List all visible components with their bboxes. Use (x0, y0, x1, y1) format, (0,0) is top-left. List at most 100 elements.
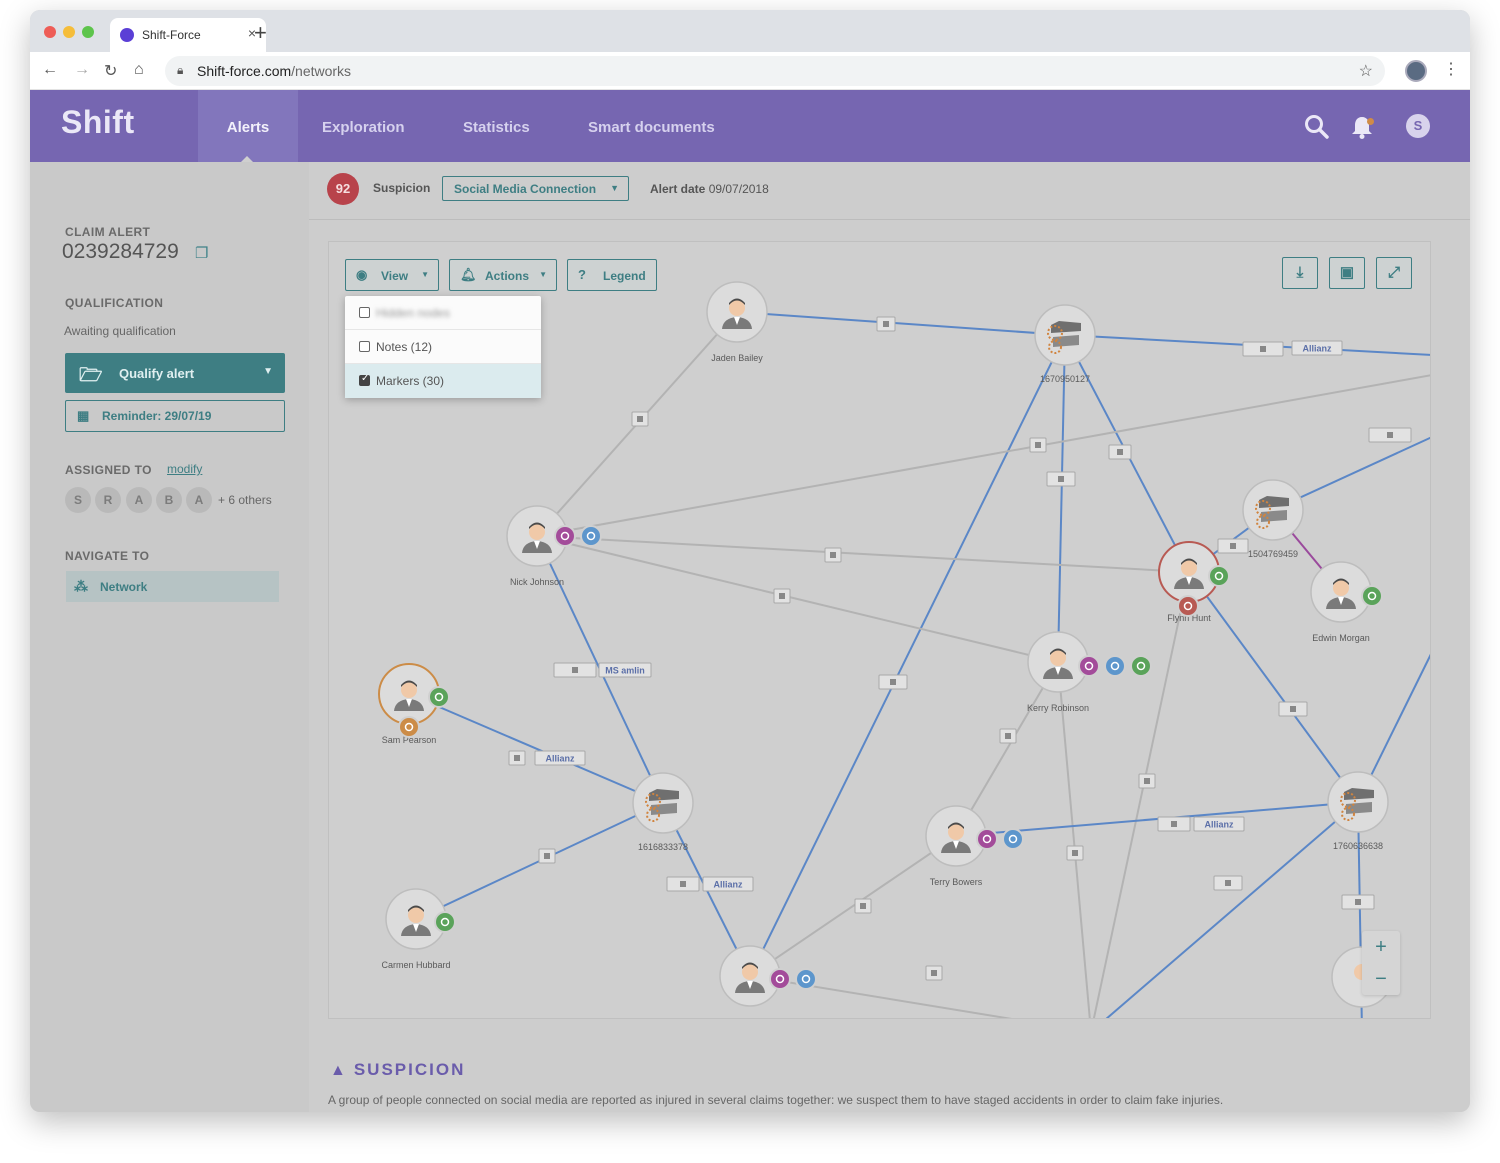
group-badge (1002, 828, 1024, 850)
medical-badge (428, 686, 450, 708)
new-tab-button[interactable]: + (254, 20, 267, 46)
social-tag[interactable] (1066, 845, 1084, 861)
home-icon[interactable]: ⌂ (134, 61, 144, 79)
bookmark-star-icon[interactable]: ☆ (1359, 61, 1373, 81)
suspicion-description: A group of people connected on social me… (328, 1093, 1224, 1107)
browser-menu-icon[interactable]: ⋮ (1443, 59, 1459, 79)
back-icon[interactable]: ← (42, 61, 58, 79)
nav-tab-smart-documents[interactable]: Smart documents (588, 90, 715, 162)
insurer-tag-msamlin[interactable]: MS amlin (598, 662, 652, 678)
close-window-icon[interactable] (44, 26, 56, 38)
marker-tag[interactable] (666, 876, 700, 892)
alert-date-value: 09/07/2018 (708, 182, 769, 196)
network-graph-panel: MS amlin Allianz Allianz Allianz Allianz Jad… (328, 241, 1431, 1019)
reload-icon[interactable]: ↻ (104, 61, 117, 81)
graph-node-vehicle[interactable] (1034, 304, 1096, 366)
app-logo[interactable]: Shift (61, 104, 135, 141)
navigate-network-item[interactable]: ⁂ Network (66, 571, 279, 602)
claim-alert-label: CLAIM ALERT (65, 225, 151, 239)
insurer-tag-allianz[interactable]: Allianz (702, 876, 754, 892)
alert-date: Alert date 09/07/2018 (650, 182, 769, 196)
graph-edge (1105, 801, 1359, 1018)
wheel-tag[interactable] (538, 848, 556, 864)
forward-icon[interactable]: → (74, 61, 90, 79)
url-domain: Shift-force.com (197, 63, 292, 79)
profile-avatar[interactable] (1405, 60, 1427, 82)
notification-dot (1367, 118, 1374, 125)
graph-node-vehicle[interactable] (1242, 479, 1304, 541)
view-menu-item-markers[interactable]: Markers (30) (345, 364, 541, 398)
checkbox[interactable] (359, 341, 370, 352)
assignee-avatar[interactable]: B (156, 487, 182, 513)
marker-tag[interactable] (1278, 701, 1308, 717)
legend-button[interactable]: ? Legend (567, 259, 657, 291)
nav-tab-exploration[interactable]: Exploration (322, 90, 405, 162)
marker-tag[interactable] (553, 662, 597, 678)
reminder-button[interactable]: ▦ Reminder: 29/07/19 (65, 400, 285, 432)
graph-node-vehicle[interactable] (632, 772, 694, 834)
check-badge (1177, 595, 1199, 617)
modify-link[interactable]: modify (167, 462, 202, 476)
marker-tag[interactable] (1217, 538, 1249, 554)
assignee-avatar[interactable]: A (186, 487, 212, 513)
graph-edge (1057, 661, 1091, 1018)
assignee-avatar[interactable]: R (95, 487, 121, 513)
social-tag[interactable] (999, 728, 1017, 744)
navigate-to-label: NAVIGATE TO (65, 549, 150, 563)
graph-node-person[interactable] (706, 281, 768, 343)
insurer-tag-allianz[interactable]: Allianz (1193, 816, 1245, 832)
actions-button[interactable]: 🔔︎ Actions ▼ (449, 259, 557, 291)
browser-tab[interactable]: Shift-Force × (110, 18, 266, 52)
copy-icon[interactable]: ❐ (195, 244, 208, 262)
view-menu-item-hidden-nodes[interactable]: Hidden nodes (345, 296, 541, 330)
download-button[interactable]: ⤓ (1282, 257, 1318, 289)
assignee-avatar[interactable]: A (126, 487, 152, 513)
assignee-avatar[interactable]: S (65, 487, 91, 513)
marker-tag[interactable] (1046, 471, 1076, 487)
job-badge (554, 525, 576, 547)
marker-tag[interactable] (1108, 444, 1132, 460)
minimize-window-icon[interactable] (63, 26, 75, 38)
checkbox[interactable] (359, 307, 370, 318)
key-tag[interactable] (508, 750, 526, 766)
social-tag[interactable] (854, 898, 872, 914)
social-tag[interactable] (773, 588, 791, 604)
marker-tag[interactable] (1341, 894, 1375, 910)
fullscreen-button[interactable]: ⤢ (1376, 257, 1412, 289)
marker-tag[interactable] (1242, 341, 1284, 357)
suspicion-section-title: ▲ SUSPICION (330, 1060, 465, 1080)
social-tag[interactable] (1138, 773, 1156, 789)
qualify-alert-button[interactable]: 🗁 Qualify alert ▼ (65, 353, 285, 393)
marker-tag[interactable] (1157, 816, 1191, 832)
key-tag[interactable] (876, 316, 896, 332)
checkbox[interactable] (359, 373, 370, 386)
nav-tab-alerts[interactable]: Alerts (198, 90, 298, 162)
zoom-in-button[interactable]: + (1362, 931, 1400, 963)
url-input[interactable]: 🔒︎ Shift-force.com/networks ☆ (165, 56, 1385, 86)
svg-text:Allianz: Allianz (545, 754, 575, 764)
maximize-window-icon[interactable] (82, 26, 94, 38)
social-tag[interactable] (1029, 437, 1047, 453)
zoom-out-button[interactable]: − (1362, 963, 1400, 995)
view-button[interactable]: ◉ View ▼ (345, 259, 439, 291)
calendar-icon: ▦ (77, 408, 90, 423)
view-menu-item-notes[interactable]: Notes (12) (345, 330, 541, 364)
help-icon: ? (578, 267, 586, 282)
graph-node-vehicle[interactable] (1327, 771, 1389, 833)
insurer-tag-allianz[interactable]: Allianz (1291, 340, 1343, 356)
search-icon[interactable] (1304, 114, 1330, 140)
social-tag[interactable] (925, 965, 943, 981)
nav-tab-statistics[interactable]: Statistics (463, 90, 530, 162)
social-tag[interactable] (631, 411, 649, 427)
marker-tag[interactable] (1213, 875, 1243, 891)
suspicion-select[interactable]: Social Media Connection ▼ (442, 176, 629, 201)
svg-text:Allianz: Allianz (713, 880, 743, 890)
marker-tag[interactable] (1368, 427, 1412, 443)
user-avatar[interactable]: S (1406, 114, 1430, 138)
other-assignees[interactable]: + 6 others (218, 493, 272, 507)
insurer-tag-allianz[interactable]: Allianz (534, 750, 586, 766)
view-menu-label: Notes (12) (376, 340, 433, 354)
marker-tag[interactable] (878, 674, 908, 690)
save-button[interactable]: ▣ (1329, 257, 1365, 289)
social-tag[interactable] (824, 547, 842, 563)
